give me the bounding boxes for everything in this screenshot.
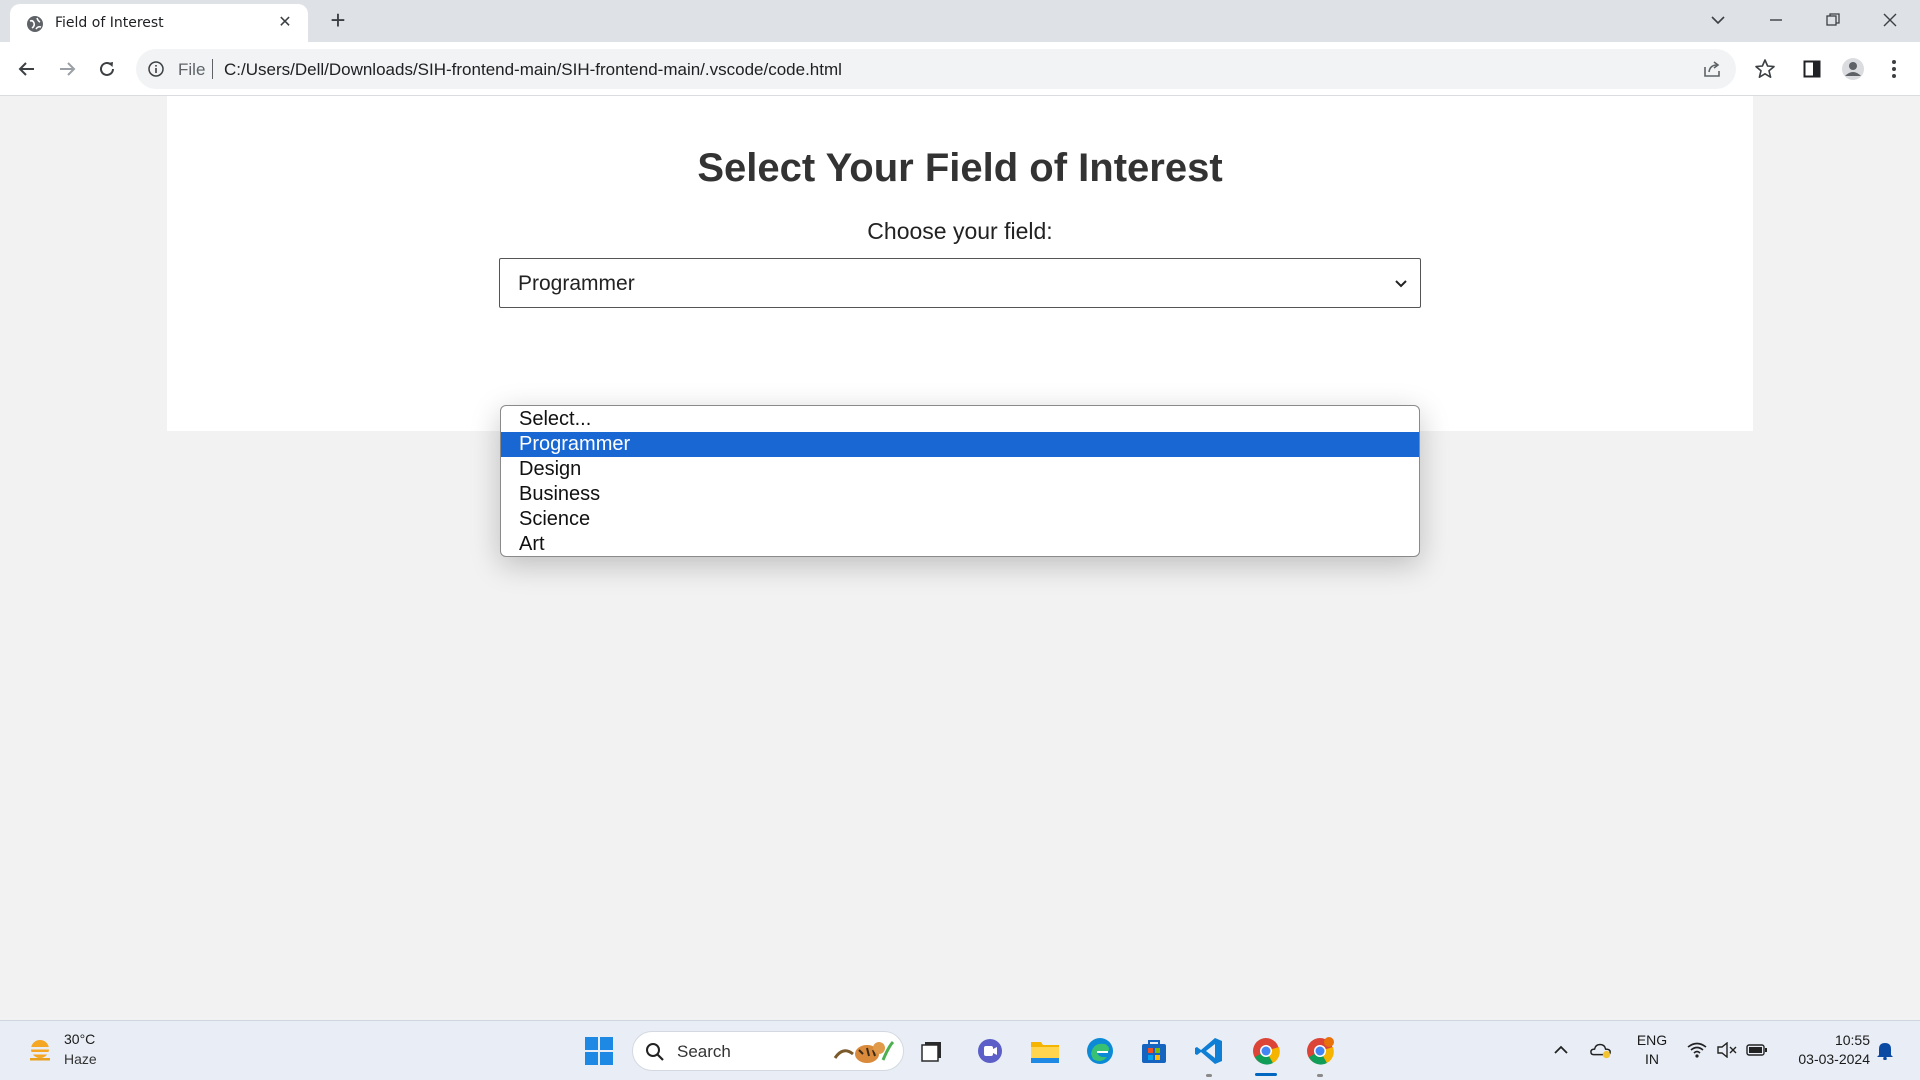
option-item[interactable]: Business: [501, 482, 1419, 507]
info-icon[interactable]: [148, 61, 164, 77]
new-tab-icon[interactable]: +: [326, 7, 350, 33]
running-indicator: [1317, 1074, 1323, 1077]
tab-search-icon[interactable]: [1700, 6, 1736, 34]
option-item[interactable]: Art: [501, 532, 1419, 556]
option-item[interactable]: Design: [501, 457, 1419, 482]
taskbar-search[interactable]: Search: [632, 1031, 904, 1071]
reload-icon[interactable]: [92, 54, 122, 84]
page-viewport: Select Your Field of Interest Choose you…: [0, 96, 1920, 1020]
windows-start-icon[interactable]: [581, 1033, 617, 1069]
task-view-icon[interactable]: [914, 1033, 950, 1069]
search-icon: [645, 1042, 665, 1062]
back-icon[interactable]: [12, 54, 42, 84]
field-label: Choose your field:: [867, 218, 1053, 244]
battery-icon[interactable]: [1746, 1039, 1768, 1061]
globe-icon: [26, 15, 44, 33]
lang-line2: IN: [1645, 1051, 1659, 1067]
clock-time: 10:55: [1834, 1032, 1870, 1048]
menu-kebab-icon[interactable]: [1880, 55, 1908, 83]
address-divider: [212, 59, 213, 79]
vscode-icon[interactable]: [1191, 1033, 1227, 1069]
form-card: Select Your Field of Interest Choose you…: [167, 96, 1753, 431]
selected-value: Programmer: [518, 272, 635, 295]
search-label: Search: [677, 1042, 731, 1061]
option-item-highlighted[interactable]: Programmer: [501, 432, 1419, 457]
chrome-icon[interactable]: [1248, 1033, 1284, 1069]
close-window-icon[interactable]: [1872, 6, 1908, 34]
field-select[interactable]: Programmer: [499, 258, 1421, 308]
tab-title: Field of Interest: [55, 15, 164, 31]
address-scheme: File: [178, 60, 206, 79]
minimize-icon[interactable]: [1758, 6, 1794, 34]
restore-icon[interactable]: [1815, 6, 1851, 34]
weather-haze-icon[interactable]: [26, 1037, 54, 1065]
volume-muted-icon[interactable]: [1716, 1039, 1738, 1061]
active-app-indicator: [1255, 1073, 1277, 1076]
address-bar[interactable]: File C:/Users/Dell/Downloads/SIH-fronten…: [136, 49, 1775, 89]
chevron-down-icon: [1394, 276, 1408, 290]
weather-temp: 30°C: [64, 1031, 96, 1047]
select-dropdown-list: Select... Programmer Design Business Sci…: [500, 405, 1420, 557]
bookmark-star-icon[interactable]: [1754, 58, 1776, 80]
share-icon[interactable]: [1702, 59, 1722, 79]
clock-date: 03-03-2024: [1798, 1051, 1870, 1067]
profile-icon[interactable]: [1839, 55, 1867, 83]
chrome-profile-icon[interactable]: [1302, 1033, 1338, 1069]
running-indicator: [1206, 1074, 1212, 1077]
notification-bell-icon[interactable]: [1874, 1039, 1896, 1061]
chevron-up-icon[interactable]: [1550, 1039, 1572, 1061]
forward-icon[interactable]: [52, 54, 82, 84]
teams-chat-icon[interactable]: [972, 1033, 1008, 1069]
language-indicator[interactable]: ENG IN: [1632, 1031, 1672, 1069]
side-panel-icon[interactable]: [1798, 55, 1826, 83]
wifi-icon[interactable]: [1686, 1039, 1708, 1061]
browser-tab[interactable]: Field of Interest ✕: [10, 4, 308, 42]
option-item[interactable]: Select...: [501, 407, 1419, 432]
close-tab-icon[interactable]: ✕: [276, 14, 294, 32]
system-clock[interactable]: 10:55 03-03-2024: [1780, 1031, 1870, 1069]
edge-browser-icon[interactable]: [1082, 1033, 1118, 1069]
file-explorer-icon[interactable]: [1027, 1033, 1063, 1069]
browser-toolbar: File C:/Users/Dell/Downloads/SIH-fronten…: [0, 42, 1920, 96]
lang-line1: ENG: [1636, 1032, 1668, 1048]
onedrive-icon[interactable]: [1590, 1039, 1612, 1061]
weather-desc: Haze: [64, 1051, 97, 1067]
search-highlight-icon: [833, 1036, 895, 1068]
option-item[interactable]: Science: [501, 507, 1419, 532]
page-title: Select Your Field of Interest: [697, 146, 1223, 190]
tab-strip: Field of Interest ✕ +: [0, 0, 1920, 42]
microsoft-store-icon[interactable]: [1136, 1033, 1172, 1069]
windows-taskbar: 30°C Haze Search ENG IN 10:55 03-03-2024: [0, 1020, 1920, 1080]
address-url[interactable]: C:/Users/Dell/Downloads/SIH-frontend-mai…: [224, 60, 842, 80]
